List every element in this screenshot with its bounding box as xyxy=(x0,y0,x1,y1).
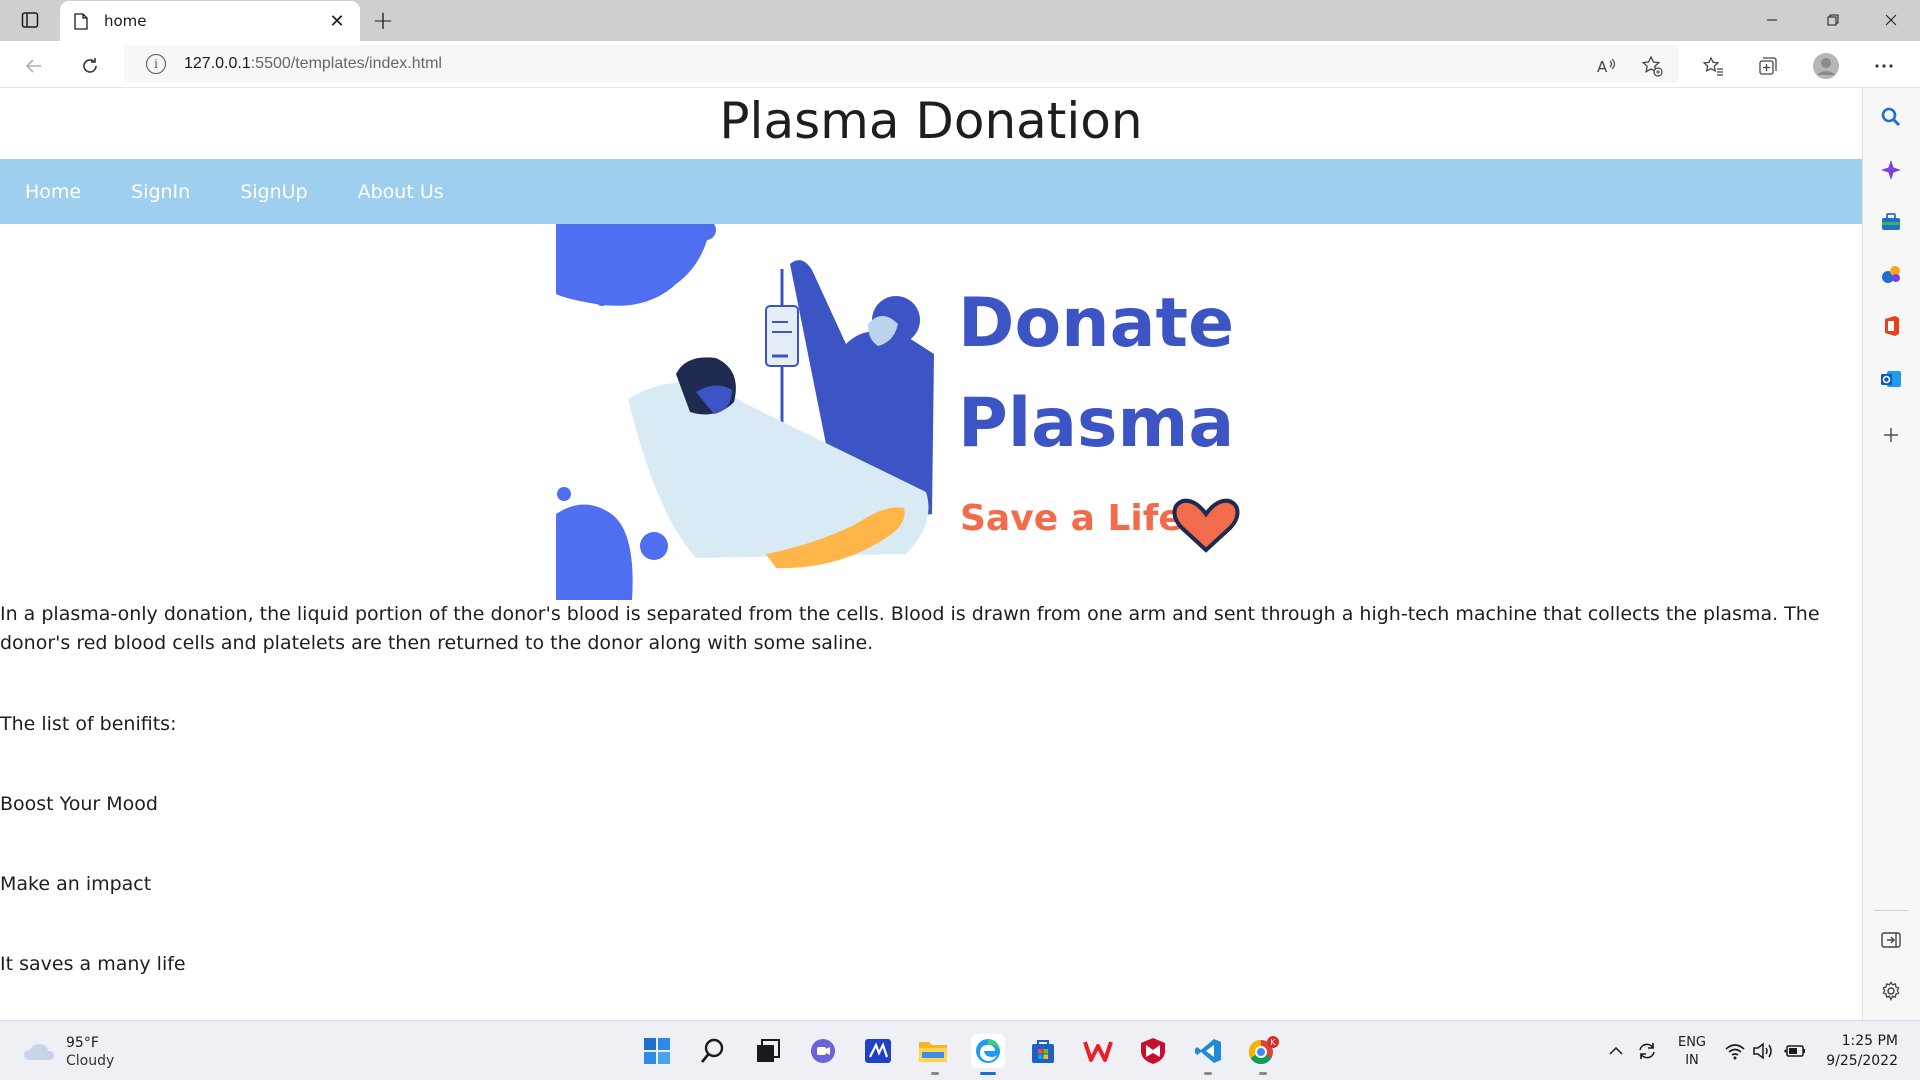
hero-text-plasma: Plasma xyxy=(958,384,1234,463)
site-info-icon[interactable]: i xyxy=(146,54,166,74)
language-indicator[interactable]: ENG IN xyxy=(1672,1034,1712,1070)
cloud-icon xyxy=(24,1044,54,1060)
region-code: IN xyxy=(1685,1053,1699,1068)
new-tab-button[interactable]: + xyxy=(370,6,396,36)
nav-signup[interactable]: SignUp xyxy=(240,181,307,203)
outlook-icon[interactable] xyxy=(1877,365,1905,393)
add-sidebar-app-icon[interactable] xyxy=(1877,421,1905,449)
page-viewport: Plasma Donation Home SignIn SignUp About… xyxy=(0,88,1862,1020)
store-icon[interactable] xyxy=(1026,1034,1060,1068)
taskbar xyxy=(0,1020,1920,1080)
edge-icon[interactable] xyxy=(971,1034,1005,1068)
clock-time: 1:25 PM xyxy=(1841,1033,1898,1049)
vscode-icon[interactable] xyxy=(1191,1034,1225,1068)
search-taskbar-icon[interactable] xyxy=(696,1034,730,1068)
task-view-icon[interactable] xyxy=(751,1034,785,1068)
battery-icon[interactable] xyxy=(1783,1042,1809,1062)
navbar: Home SignIn SignUp About Us xyxy=(0,159,1862,224)
read-aloud-icon[interactable]: A xyxy=(1591,50,1623,82)
weather-temperature: 95°F xyxy=(66,1035,99,1051)
tab-title: home xyxy=(104,12,147,30)
mcafee-icon[interactable] xyxy=(1136,1034,1170,1068)
refresh-icon[interactable] xyxy=(74,50,106,82)
tab-close-icon[interactable]: ✕ xyxy=(326,10,348,32)
chrome-icon[interactable]: K xyxy=(1246,1034,1280,1068)
discover-icon[interactable] xyxy=(1877,156,1905,184)
browser-tab[interactable]: home ✕ xyxy=(60,1,360,41)
page-icon xyxy=(72,12,90,30)
collections-icon[interactable] xyxy=(1752,50,1784,82)
sidebar-divider xyxy=(1874,910,1908,911)
benefit-item: Make an impact xyxy=(0,873,152,895)
restore-icon[interactable] xyxy=(1813,8,1853,32)
start-icon[interactable] xyxy=(640,1034,674,1068)
file-explorer-icon[interactable] xyxy=(916,1034,950,1068)
show-hidden-icons-icon[interactable] xyxy=(1607,1042,1627,1062)
tab-actions-icon[interactable] xyxy=(18,8,42,32)
app-icon-writer[interactable] xyxy=(861,1034,895,1068)
hide-sidebar-icon[interactable] xyxy=(1877,926,1905,954)
nav-about-us[interactable]: About Us xyxy=(358,181,444,203)
address-bar[interactable]: i 127.0.0.1:5500/templates/index.html xyxy=(124,45,1679,83)
benefit-item: It saves a many life xyxy=(0,953,186,975)
weather-widget[interactable]: 95°F Cloudy xyxy=(22,1032,142,1072)
intro-paragraph: In a plasma-only donation, the liquid po… xyxy=(0,603,1820,654)
running-indicator xyxy=(1259,1072,1267,1075)
wifi-icon[interactable] xyxy=(1724,1041,1748,1063)
minimize-icon[interactable] xyxy=(1752,8,1792,32)
more-options-icon[interactable] xyxy=(1868,50,1900,82)
hero-text-donate: Donate xyxy=(958,284,1234,363)
tools-icon[interactable] xyxy=(1877,208,1905,236)
office-icon[interactable] xyxy=(1877,312,1905,340)
nav-home[interactable]: Home xyxy=(25,181,81,203)
profile-avatar[interactable] xyxy=(1810,50,1842,82)
clock[interactable]: 1:25 PM 9/25/2022 xyxy=(1818,1031,1898,1071)
favorites-icon[interactable] xyxy=(1697,50,1729,82)
add-favorite-icon[interactable] xyxy=(1636,50,1668,82)
wps-office-icon[interactable] xyxy=(1081,1034,1115,1068)
svg-text:K: K xyxy=(1270,1038,1276,1047)
sync-icon[interactable] xyxy=(1636,1040,1660,1064)
running-indicator xyxy=(1204,1072,1212,1075)
games-icon[interactable] xyxy=(1877,260,1905,288)
language-code: ENG xyxy=(1677,1035,1706,1050)
svg-text:A: A xyxy=(1597,58,1608,76)
page-title: Plasma Donation xyxy=(719,92,1143,150)
volume-icon[interactable] xyxy=(1752,1041,1776,1063)
hero-text-save-a-life: Save a Life xyxy=(960,498,1183,539)
nav-signin[interactable]: SignIn xyxy=(131,181,190,203)
close-window-icon[interactable] xyxy=(1871,8,1911,32)
clock-date: 9/25/2022 xyxy=(1826,1053,1898,1069)
sidebar-settings-icon[interactable] xyxy=(1877,977,1905,1005)
active-indicator xyxy=(980,1072,996,1075)
weather-condition: Cloudy xyxy=(66,1053,115,1069)
benefit-item: Boost Your Mood xyxy=(0,793,158,815)
hero-image: Donate Plasma Save a Life xyxy=(556,224,1242,600)
benefits-title: The list of benifits: xyxy=(0,713,177,735)
running-indicator xyxy=(931,1072,939,1075)
search-icon[interactable] xyxy=(1877,103,1905,131)
back-icon[interactable] xyxy=(18,50,50,82)
chat-icon[interactable] xyxy=(806,1034,840,1068)
url-text: 127.0.0.1:5500/templates/index.html xyxy=(184,55,442,72)
